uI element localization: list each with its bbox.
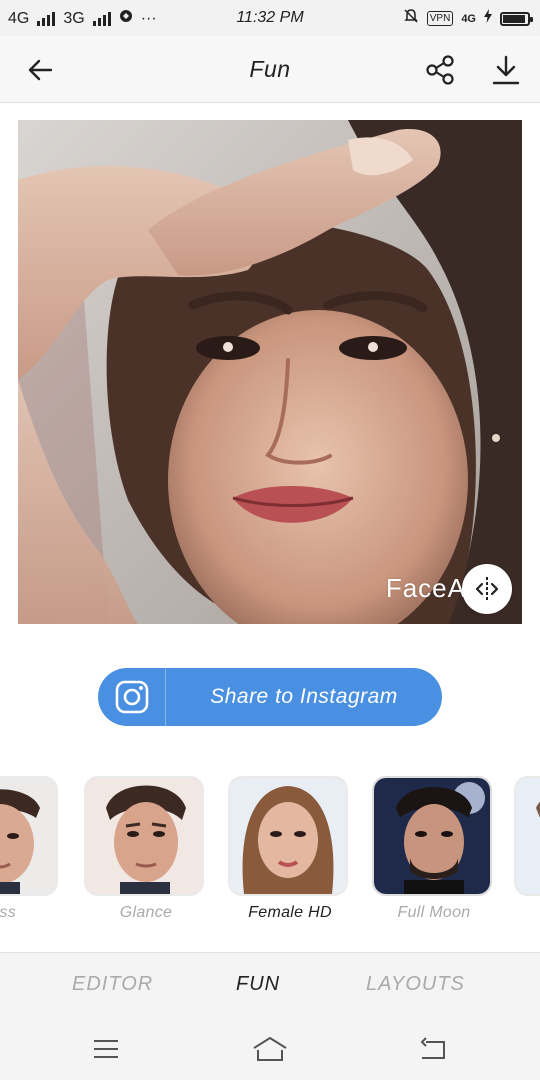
share-instagram-label: Share to Instagram xyxy=(210,685,398,708)
back-nav-button[interactable] xyxy=(414,1032,454,1066)
filter-thumbnail xyxy=(84,776,204,896)
battery-icon xyxy=(500,11,533,26)
filter-label: Female HD xyxy=(248,904,332,921)
filter-thumbnail xyxy=(228,776,348,896)
vpn-badge: VPN xyxy=(426,11,454,26)
filter-thumbnail xyxy=(0,776,58,896)
home-icon xyxy=(253,1037,287,1061)
portrait-image xyxy=(18,120,522,624)
filter-thumbnail xyxy=(372,776,492,896)
top-app-bar: Fun xyxy=(0,36,540,103)
compare-icon xyxy=(475,577,499,601)
mute-icon xyxy=(403,8,419,29)
tab-fun[interactable]: FUN xyxy=(236,973,280,996)
filter-carousel[interactable]: ss Glance Female HD Full Moon xyxy=(0,776,540,936)
return-icon xyxy=(420,1037,445,1059)
share-button[interactable] xyxy=(422,52,458,88)
download-button[interactable] xyxy=(488,52,524,88)
filter-item-ss[interactable]: ss xyxy=(0,776,62,922)
filter-item-glance[interactable]: Glance xyxy=(84,776,208,922)
tab-layouts[interactable]: LAYOUTS xyxy=(366,973,465,996)
filter-thumbnail xyxy=(514,776,540,896)
filter-label: Glance xyxy=(119,904,173,921)
filter-item-female-hd[interactable]: Female HD xyxy=(228,776,352,922)
system-nav-bar xyxy=(0,1018,540,1080)
charging-icon xyxy=(484,9,492,28)
faceapp-watermark: FaceA xyxy=(385,573,466,603)
home-nav-button[interactable] xyxy=(250,1032,290,1066)
tab-editor[interactable]: EDITOR xyxy=(72,973,153,996)
download-icon xyxy=(492,55,520,85)
share-icon xyxy=(426,55,454,85)
bottom-tabs: EDITOR FUN LAYOUTS xyxy=(0,952,540,1019)
status-right: VPN 4G xyxy=(403,8,533,29)
filter-label: ss xyxy=(0,904,16,921)
menu-icon xyxy=(94,1040,118,1058)
filter-item-full-moon[interactable]: Full Moon xyxy=(372,776,496,922)
filter-item-next[interactable] xyxy=(514,776,540,904)
lte-indicator: 4G xyxy=(461,12,476,25)
status-bar: 4G 3G ··· 11:32 PM VPN 4G xyxy=(0,0,540,36)
page-title: Fun xyxy=(249,56,291,82)
compare-button[interactable] xyxy=(462,564,512,614)
result-photo: FaceA xyxy=(18,120,522,624)
menu-nav-button[interactable] xyxy=(86,1032,126,1066)
instagram-icon xyxy=(98,668,166,726)
share-instagram-button[interactable]: Share to Instagram xyxy=(98,668,442,726)
filter-label: Full Moon xyxy=(397,904,471,921)
